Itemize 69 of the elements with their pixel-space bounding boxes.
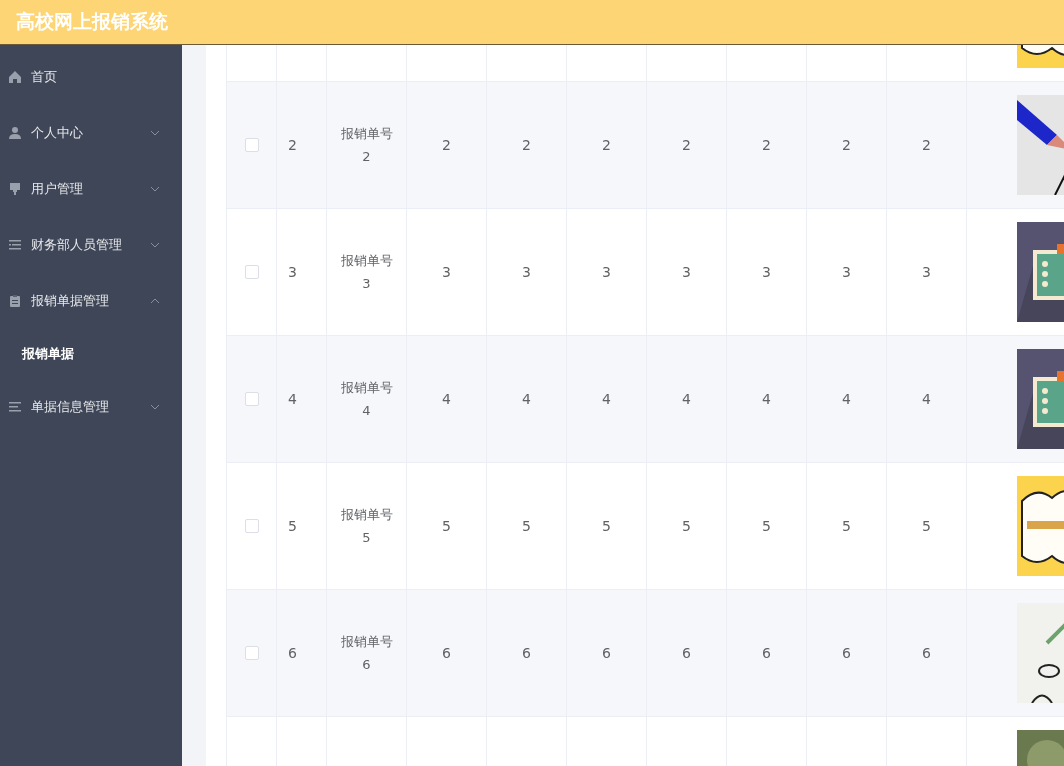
table-cell-text: 报销单号5 — [339, 506, 394, 547]
table-cell-text: 3 — [762, 262, 771, 282]
table-cell-text: 3 — [842, 262, 851, 282]
row-checkbox[interactable] — [244, 519, 259, 533]
table-cell-text: 6 — [522, 643, 531, 663]
table-cell-text: 5 — [288, 516, 297, 536]
chevron-down-icon — [150, 242, 160, 248]
table-cell-text: 4 — [762, 389, 771, 409]
table-cell-text: 2 — [922, 135, 931, 155]
table-cell-text: 2 — [442, 135, 451, 155]
user-icon — [8, 126, 22, 140]
table-cell-text: 6 — [762, 643, 771, 663]
table-cell-text: 3 — [288, 262, 297, 282]
table-cell-text: 5 — [602, 516, 611, 536]
submenu-item[interactable]: 报销单据 — [0, 329, 182, 379]
table-cell-text: 3 — [602, 262, 611, 282]
table-cell-text: 3 — [522, 262, 531, 282]
table-cell-text: 2 — [522, 135, 531, 155]
row-checkbox[interactable] — [244, 392, 259, 406]
table-cell-text: 6 — [922, 643, 931, 663]
table-cell-text: 6 — [442, 643, 451, 663]
sidebar-item[interactable]: 单据信息管理 — [0, 379, 182, 435]
row-checkbox[interactable] — [244, 265, 259, 279]
sidebar-item[interactable]: 用户管理 — [0, 161, 182, 217]
sidebar-item[interactable]: 报销单据管理 — [0, 273, 182, 329]
table-cell-text: 4 — [522, 389, 531, 409]
row-checkbox[interactable] — [244, 138, 259, 152]
table-cell-text: 6 — [842, 643, 851, 663]
brush-icon — [8, 182, 22, 196]
chevron-down-icon — [150, 186, 160, 192]
home-icon — [8, 70, 22, 84]
table-cell-text: 报销单号6 — [339, 633, 394, 674]
table-cell-text: 5 — [842, 516, 851, 536]
table-cell-text: 4 — [682, 389, 691, 409]
table-cell-text: 报销单号3 — [339, 252, 394, 293]
table-cell-text: 5 — [922, 516, 931, 536]
sidebar-item[interactable]: 个人中心 — [0, 105, 182, 161]
table-cell-text: 2 — [288, 135, 297, 155]
table-cell-text: 2 — [602, 135, 611, 155]
table-cell-text: 2 — [682, 135, 691, 155]
clipboard-icon — [8, 294, 22, 308]
table-cell-text: 4 — [288, 389, 297, 409]
sidebar-item[interactable]: 财务部人员管理 — [0, 217, 182, 273]
table-cell-text: 5 — [682, 516, 691, 536]
table-cell-text: 2 — [762, 135, 771, 155]
table-cell-text: 6 — [288, 643, 297, 663]
row-checkbox[interactable] — [244, 646, 259, 660]
table-cell-text: 3 — [682, 262, 691, 282]
menu-icon — [8, 400, 22, 414]
table-cell-text: 4 — [442, 389, 451, 409]
table-cell-text: 报销单号4 — [339, 379, 394, 420]
table-cell-text: 6 — [602, 643, 611, 663]
table-cell-text: 5 — [762, 516, 771, 536]
table-cell-text: 报销单号2 — [339, 125, 394, 166]
list-icon — [8, 238, 22, 252]
table-cell-text: 3 — [442, 262, 451, 282]
sidebar-item[interactable]: 首页 — [0, 49, 182, 105]
table-cell-text: 4 — [602, 389, 611, 409]
table-cell-text: 3 — [922, 262, 931, 282]
table-cell-text: 4 — [842, 389, 851, 409]
app-title: 高校网上报销系统 — [16, 9, 168, 34]
table-cell-text: 6 — [682, 643, 691, 663]
chevron-down-icon — [150, 404, 160, 410]
table-cell-text: 5 — [442, 516, 451, 536]
chevron-up-icon — [150, 298, 160, 304]
table-cell-text: 4 — [922, 389, 931, 409]
table-cell-text: 5 — [522, 516, 531, 536]
table-cell-text: 2 — [842, 135, 851, 155]
chevron-down-icon — [150, 130, 160, 136]
